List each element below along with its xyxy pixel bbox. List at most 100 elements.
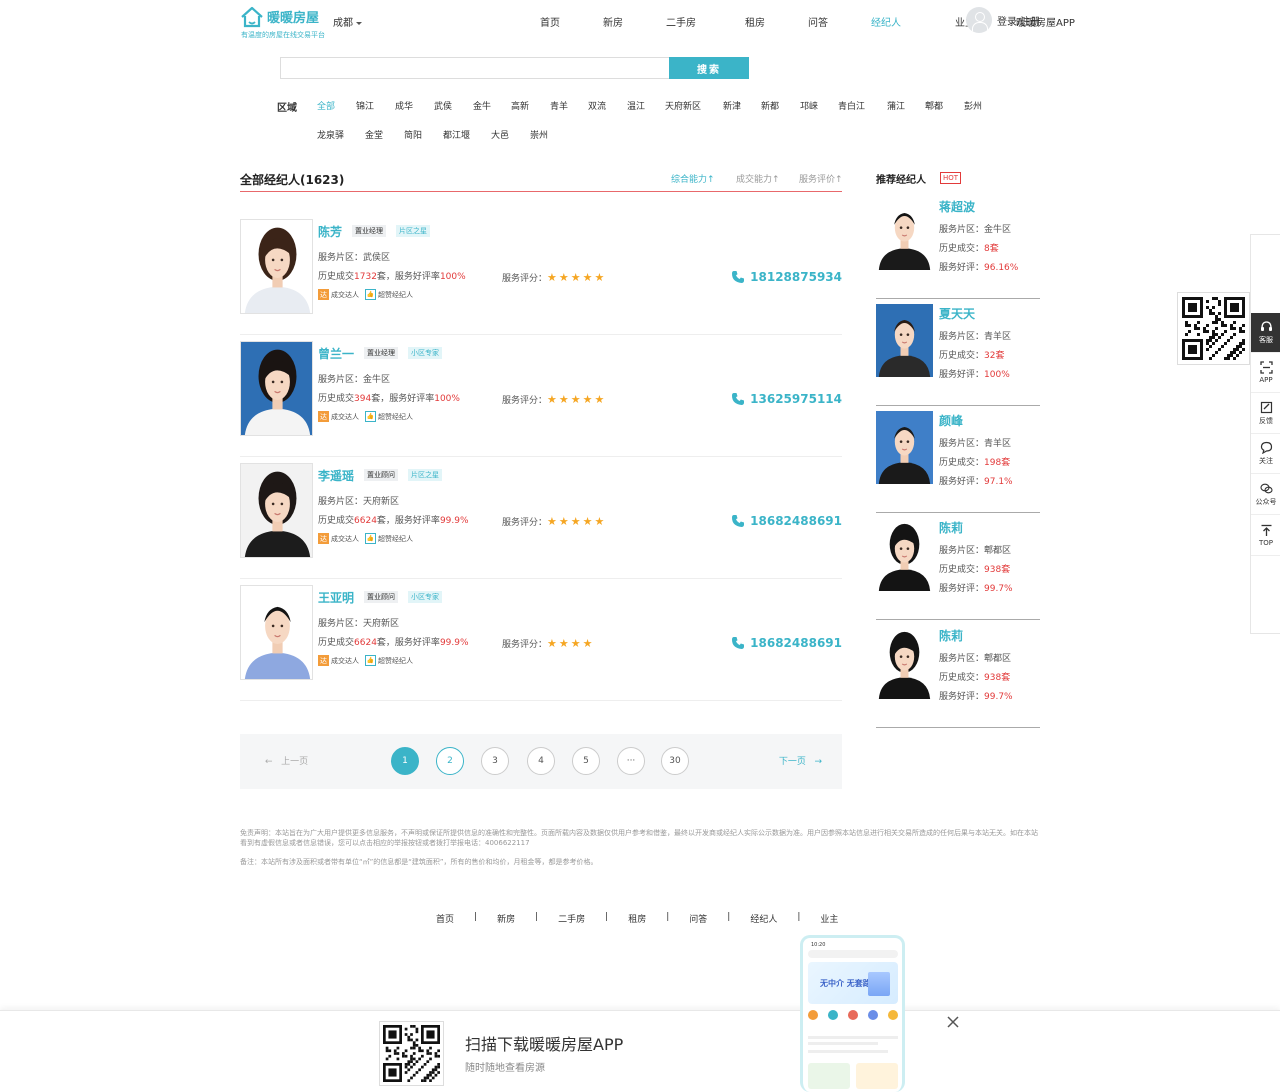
footer-nav-link[interactable]: 二手房 (558, 912, 585, 925)
side-客服[interactable]: 客服 (1251, 313, 1280, 353)
search-input[interactable] (280, 57, 669, 79)
agent-phone[interactable]: 18682488691 (731, 514, 842, 528)
agent-photo[interactable] (240, 341, 313, 436)
nav-0[interactable]: 首页 (540, 14, 560, 29)
area-option[interactable]: 成华 (395, 99, 413, 112)
recommended-photo[interactable] (876, 197, 933, 270)
area-option[interactable]: 金堂 (365, 128, 383, 141)
agent-photo[interactable] (240, 463, 313, 558)
info-value: 金牛区 (984, 225, 1012, 235)
prev-page-button[interactable]: ← 上一页 (265, 754, 308, 767)
agent-photo[interactable] (240, 219, 313, 314)
sort-option[interactable]: 综合能力↑ (671, 172, 715, 185)
page-button[interactable]: ··· (617, 747, 645, 775)
footer-nav-link[interactable]: 业主 (820, 912, 838, 925)
area-option[interactable]: 简阳 (404, 128, 422, 141)
area-option[interactable]: 都江堰 (443, 128, 470, 141)
area-option[interactable]: 新都 (761, 99, 779, 112)
agent-name[interactable]: 陈芳 (318, 223, 342, 240)
nav-3[interactable]: 租房 (745, 14, 765, 29)
area-option[interactable]: 金牛 (473, 99, 491, 112)
star-icon: ★ (582, 637, 593, 650)
recommended-agent[interactable]: 夏天天 服务片区：青羊区 历史成交：32套 服务好评：100% (876, 299, 1040, 406)
agent-photo[interactable] (240, 585, 313, 680)
recommended-agent[interactable]: 颜峰 服务片区：青羊区 历史成交：198套 服务好评：97.1% (876, 406, 1040, 513)
login-register[interactable]: 登录/注册 (966, 7, 1040, 33)
agent-rating: 服务评分： ★ ★ ★ ★ ★ (502, 393, 606, 406)
nav-1[interactable]: 新房 (603, 14, 623, 29)
area-option[interactable]: 双流 (588, 99, 606, 112)
footer-nav-link[interactable]: 租房 (628, 912, 646, 925)
recommended-name[interactable]: 陈莉 (939, 627, 963, 644)
area-option[interactable]: 天府新区 (665, 99, 701, 112)
area-option[interactable]: 全部 (317, 99, 335, 112)
login-link[interactable]: 登录/注册 (997, 13, 1040, 28)
footer-nav-link[interactable]: 经纪人 (750, 912, 777, 925)
area-option[interactable]: 彭州 (964, 99, 982, 112)
agent-name[interactable]: 王亚明 (318, 589, 354, 606)
recommended-name[interactable]: 夏天天 (939, 305, 975, 322)
area-option[interactable]: 龙泉驿 (317, 128, 344, 141)
agent-name[interactable]: 李遥瑶 (318, 467, 354, 484)
area-option[interactable]: 大邑 (491, 128, 509, 141)
agent-phone[interactable]: 13625975114 (731, 392, 842, 406)
area-option[interactable]: 崇州 (530, 128, 548, 141)
recommended-agent[interactable]: 陈莉 服务片区：郫都区 历史成交：938套 服务好评：99.7% (876, 621, 1040, 728)
pagination: ← 上一页 1 2 3 4 5 ··· 30 下一页 → (240, 734, 842, 789)
footer-nav-link[interactable]: 问答 (689, 912, 707, 925)
page-button[interactable]: 4 (527, 747, 555, 775)
deals-count: 394 (354, 394, 372, 404)
close-icon[interactable] (946, 1015, 960, 1029)
page-button[interactable]: 5 (572, 747, 600, 775)
site-logo[interactable]: 暖暖房屋 有温度的房屋在线交易平台 (240, 4, 325, 40)
recommended-photo[interactable] (876, 626, 933, 699)
praise-rate: 99.9% (439, 516, 469, 526)
side-TOP[interactable]: TOP (1251, 516, 1280, 556)
recommended-name[interactable]: 陈莉 (939, 519, 963, 536)
area-option[interactable]: 锦江 (356, 99, 374, 112)
page-button[interactable]: 3 (481, 747, 509, 775)
recommended-agent[interactable]: 陈莉 服务片区：郫都区 历史成交：938套 服务好评：99.7% (876, 513, 1040, 620)
page-button[interactable]: 30 (661, 747, 689, 775)
next-page-button[interactable]: 下一页 → (779, 754, 822, 767)
portrait-image (876, 304, 933, 377)
nav-5[interactable]: 经纪人 (871, 14, 901, 29)
side-关注[interactable]: 关注 (1251, 434, 1280, 474)
area-option[interactable]: 温江 (627, 99, 645, 112)
page-button[interactable]: 1 (391, 747, 419, 775)
side-反馈[interactable]: 反馈 (1251, 394, 1280, 434)
heart-chat-icon (1260, 441, 1272, 454)
side-公众号[interactable]: 公众号 (1251, 475, 1280, 515)
area-option[interactable]: 青羊 (550, 99, 568, 112)
recommended-photo[interactable] (876, 411, 933, 484)
area-option[interactable]: 新津 (723, 99, 741, 112)
recommended-photo[interactable] (876, 518, 933, 591)
thumbs-up-icon: 👍 (365, 533, 376, 544)
info-value: 郫都区 (984, 546, 1012, 556)
area-option[interactable]: 郫都 (925, 99, 943, 112)
agent-phone[interactable]: 18682488691 (731, 636, 842, 650)
logo-title: 暖暖房屋 (267, 11, 320, 26)
footer-nav-link[interactable]: 首页 (436, 912, 454, 925)
agent-phone[interactable]: 18128875934 (731, 270, 842, 284)
agent-name[interactable]: 曾兰一 (318, 345, 354, 362)
sort-option[interactable]: 服务评价↑ (799, 172, 843, 185)
nav-2[interactable]: 二手房 (666, 14, 696, 29)
search-button[interactable]: 搜索 (669, 57, 749, 79)
user-avatar-icon (966, 7, 992, 33)
city-selector[interactable]: 成都 (333, 14, 362, 29)
recommended-agent[interactable]: 蒋超波 服务片区：金牛区 历史成交：8套 服务好评：96.16% (876, 192, 1040, 299)
recommended-name[interactable]: 蒋超波 (939, 198, 975, 215)
side-APP[interactable]: APP (1251, 353, 1280, 393)
area-option[interactable]: 邛崃 (800, 99, 818, 112)
sort-option[interactable]: 成交能力↑ (736, 172, 780, 185)
area-option[interactable]: 蒲江 (887, 99, 905, 112)
area-option[interactable]: 武侯 (434, 99, 452, 112)
footer-nav-link[interactable]: 新房 (497, 912, 515, 925)
area-option[interactable]: 高新 (511, 99, 529, 112)
recommended-photo[interactable] (876, 304, 933, 377)
nav-4[interactable]: 问答 (808, 14, 828, 29)
area-option[interactable]: 青白江 (838, 99, 865, 112)
page-button[interactable]: 2 (436, 747, 464, 775)
recommended-name[interactable]: 颜峰 (939, 412, 963, 429)
